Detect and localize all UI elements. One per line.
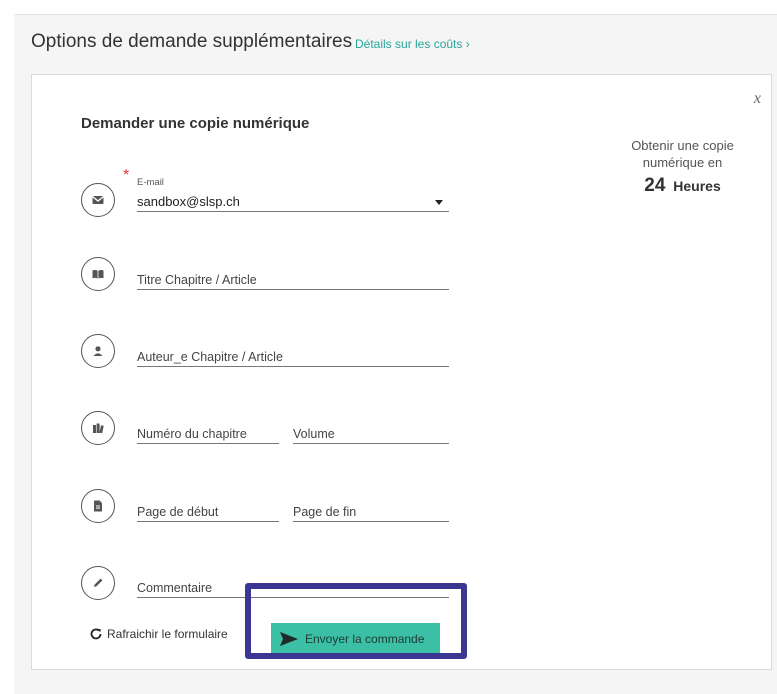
page-start-field[interactable]: Page de début bbox=[137, 497, 279, 522]
page-start-placeholder: Page de début bbox=[137, 505, 219, 519]
form-title: Demander une copie numérique bbox=[81, 115, 310, 132]
envelope-icon bbox=[81, 183, 115, 217]
refresh-form-label: Rafraichir le formulaire bbox=[107, 627, 228, 641]
delivery-info-text: Obtenir une copie numérique en bbox=[631, 138, 734, 170]
chapter-author-placeholder: Auteur_e Chapitre / Article bbox=[137, 350, 283, 364]
chapter-number-placeholder: Numéro du chapitre bbox=[137, 427, 247, 441]
email-field[interactable]: E-mail sandbox@slsp.ch bbox=[137, 177, 449, 212]
volume-placeholder: Volume bbox=[293, 427, 335, 441]
email-value: sandbox@slsp.ch bbox=[137, 194, 240, 209]
page-end-field[interactable]: Page de fin bbox=[293, 497, 449, 522]
chapter-title-placeholder: Titre Chapitre / Article bbox=[137, 273, 257, 287]
chapter-number-field[interactable]: Numéro du chapitre bbox=[137, 419, 279, 444]
close-button[interactable]: x bbox=[754, 90, 761, 108]
request-options-panel: Options de demande supplémentaires Détai… bbox=[14, 14, 777, 694]
chevron-down-icon[interactable] bbox=[435, 200, 443, 205]
email-label: E-mail bbox=[137, 177, 164, 188]
books-icon bbox=[81, 411, 115, 445]
digital-copy-form-card: x Demander une copie numérique Obtenir u… bbox=[31, 74, 772, 670]
panel-header: Options de demande supplémentaires Détai… bbox=[14, 15, 777, 73]
chapter-author-field[interactable]: Auteur_e Chapitre / Article bbox=[137, 342, 449, 367]
delivery-info: Obtenir une copie numérique en 24 Heures bbox=[615, 137, 750, 195]
delivery-hours-unit: Heures bbox=[673, 178, 721, 194]
panel-title: Options de demande supplémentaires bbox=[31, 31, 353, 52]
book-icon bbox=[81, 257, 115, 291]
person-icon bbox=[81, 334, 115, 368]
chapter-title-field[interactable]: Titre Chapitre / Article bbox=[137, 265, 449, 290]
refresh-icon bbox=[90, 628, 102, 640]
delivery-hours: 24 Heures bbox=[615, 175, 750, 196]
send-icon bbox=[280, 631, 298, 646]
comment-placeholder: Commentaire bbox=[137, 581, 213, 595]
page-end-placeholder: Page de fin bbox=[293, 505, 357, 519]
delivery-hours-number: 24 bbox=[644, 175, 666, 196]
pencil-icon bbox=[81, 566, 115, 600]
comment-field[interactable]: Commentaire bbox=[137, 573, 449, 598]
volume-field[interactable]: Volume bbox=[293, 419, 449, 444]
cost-details-link[interactable]: Détails sur les coûts › bbox=[355, 37, 470, 51]
required-asterisk: * bbox=[123, 167, 130, 184]
refresh-form-button[interactable]: Rafraichir le formulaire bbox=[89, 627, 228, 641]
submit-order-button[interactable]: Envoyer la commande bbox=[271, 623, 440, 654]
document-icon bbox=[81, 489, 115, 523]
submit-order-label: Envoyer la commande bbox=[305, 631, 425, 646]
